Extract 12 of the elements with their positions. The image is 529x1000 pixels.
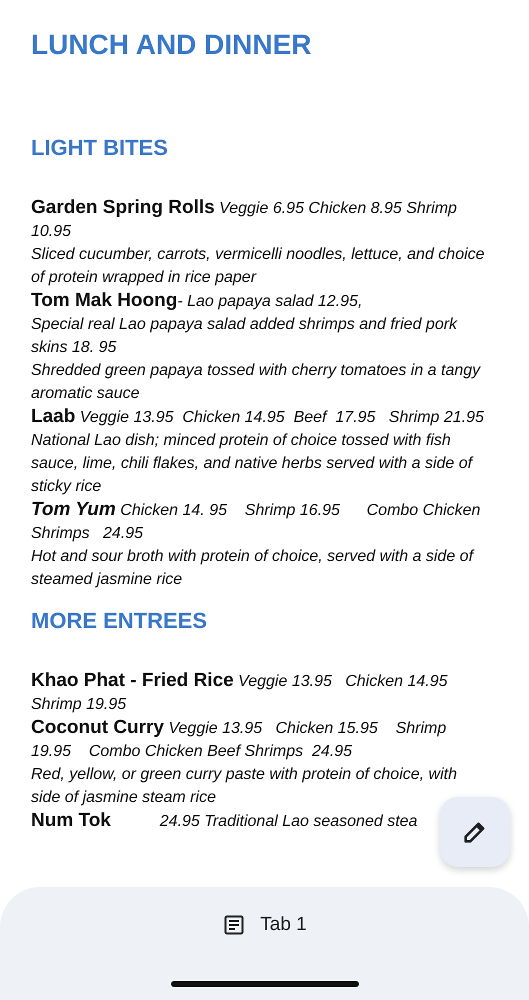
document-icon [222,913,246,937]
item-description: Special real Lao papaya salad added shrimps and fried pork skins 18. 95 [31,315,458,358]
section-heading: MORE ENTREES [31,607,208,635]
item-description: National Lao dish; minced protein of choice tossed with fish sauce, lime, chili flakes, and native herbs served with a side of sticky rice [31,431,474,497]
page-title: LUNCH AND DINNER [31,28,313,62]
item-description: Hot and sour broth with protein of choice, served with a side of steamed jasmine rice [31,547,476,590]
item-description: Sliced cucumber, carrots, vermicelli noodles, lettuce, and choice of protein wrapped in rice paper [31,245,486,288]
edit-button[interactable] [440,797,510,867]
item-description: Red, yellow, or green curry paste with protein of choice, with side of jasmine steam rice [31,765,458,808]
section-heading: LIGHT BITES [31,134,169,162]
tab[interactable]: Tab 1 [214,909,315,941]
item-description: Shredded green papaya tossed with cherry tomatoes in a tangy aromatic sauce [31,361,482,404]
